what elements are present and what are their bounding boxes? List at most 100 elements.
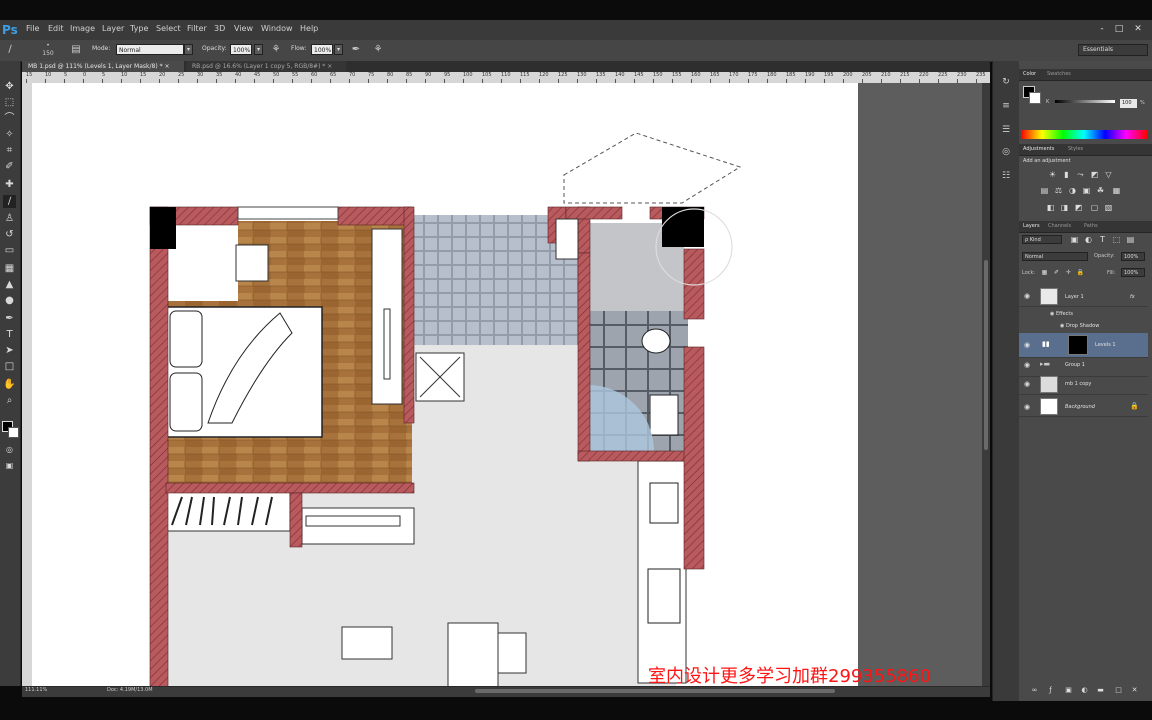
layer-name[interactable]: mb 1 copy — [1065, 381, 1091, 387]
new-layer-icon[interactable]: □ — [1114, 686, 1123, 695]
tab-swatches[interactable]: Swatches — [1047, 69, 1071, 80]
layer-name[interactable]: Group 1 — [1065, 362, 1085, 368]
eyedropper-tool-icon[interactable]: ✐ — [3, 160, 16, 173]
airbrush-icon[interactable]: ✒ — [350, 43, 362, 57]
menu-filter[interactable]: Filter — [187, 24, 207, 33]
color-lookup-icon[interactable]: ▦ — [1112, 186, 1121, 195]
menu-type[interactable]: Type — [130, 24, 148, 33]
selective-color-icon[interactable]: ▧ — [1104, 203, 1113, 212]
photo-filter-icon[interactable]: ▣ — [1082, 186, 1091, 195]
menu-select[interactable]: Select — [156, 24, 181, 33]
mode-select[interactable]: Normal — [116, 44, 184, 55]
brush-panel-icon[interactable]: ▤ — [70, 43, 82, 57]
threshold-icon[interactable]: ◩ — [1074, 203, 1083, 212]
tab-color[interactable]: Color — [1023, 69, 1036, 80]
tab-adjustments[interactable]: Adjustments — [1023, 144, 1054, 155]
history-panel-icon[interactable]: ↻ — [1000, 76, 1012, 88]
background-color-swatch[interactable] — [8, 427, 19, 438]
horizontal-scroll-thumb[interactable] — [475, 689, 835, 693]
filter-adjustment-icon[interactable]: ◐ — [1084, 235, 1093, 244]
curves-icon[interactable]: ⤳ — [1076, 170, 1085, 179]
close-button[interactable]: ✕ — [1132, 23, 1144, 35]
filter-shape-icon[interactable]: ⬚ — [1112, 235, 1121, 244]
folder-icon[interactable]: ▸▬ — [1040, 360, 1050, 368]
quick-select-tool-icon[interactable]: ✧ — [3, 128, 16, 141]
background-color-chip[interactable] — [1029, 92, 1041, 104]
vibrance-icon[interactable]: ▽ — [1104, 170, 1113, 179]
flow-input[interactable]: 100% — [311, 44, 333, 55]
marquee-tool-icon[interactable]: ⬚ — [3, 96, 16, 109]
tab-close-icon[interactable]: × — [327, 63, 332, 70]
visibility-eye-icon[interactable]: ◉ — [1024, 361, 1030, 369]
healing-brush-tool-icon[interactable]: ✚ — [3, 178, 16, 191]
layer-name[interactable]: Layer 1 — [1065, 294, 1084, 300]
zoom-level[interactable]: 111.11% — [25, 687, 47, 693]
eraser-tool-icon[interactable]: ▭ — [3, 244, 16, 257]
tab-layers[interactable]: Layers — [1023, 221, 1040, 232]
floor-plan-canvas[interactable] — [32, 83, 982, 687]
lasso-tool-icon[interactable]: ⌒ — [3, 112, 16, 125]
lock-transparent-icon[interactable]: ▦ — [1040, 268, 1049, 277]
exposure-icon[interactable]: ◩ — [1090, 170, 1099, 179]
gradient-tool-icon[interactable]: ▦ — [3, 262, 16, 275]
hand-tool-icon[interactable]: ✋ — [3, 378, 16, 391]
layer-opacity-input[interactable]: 100% — [1121, 252, 1145, 261]
menu-3d[interactable]: 3D — [214, 24, 225, 33]
link-layers-icon[interactable]: ∞ — [1030, 686, 1039, 695]
pressure-opacity-icon[interactable]: ⚘ — [270, 43, 282, 57]
filter-smart-object-icon[interactable]: ▤ — [1126, 235, 1135, 244]
add-mask-icon[interactable]: ▣ — [1064, 686, 1073, 695]
layer-name[interactable]: Levels 1 — [1095, 342, 1116, 348]
pressure-size-icon[interactable]: ⚘ — [372, 43, 384, 57]
opacity-input[interactable]: 100% — [230, 44, 252, 55]
properties-panel-icon[interactable]: ☰ — [1000, 124, 1012, 136]
visibility-eye-icon[interactable]: ◉ — [1024, 380, 1030, 388]
tab-paths[interactable]: Paths — [1084, 221, 1098, 232]
minimize-button[interactable]: - — [1096, 23, 1108, 35]
new-group-icon[interactable]: ▬ — [1096, 686, 1105, 695]
lock-all-icon[interactable]: 🔒 — [1076, 268, 1085, 277]
clone-stamp-tool-icon[interactable]: ♙ — [3, 212, 16, 225]
tab-mb1-psd[interactable]: MB 1.psd @ 111% (Levels 1, Layer Mask/8)… — [22, 61, 184, 72]
new-adjustment-icon[interactable]: ◐ — [1080, 686, 1089, 695]
mode-dropdown-icon[interactable]: ▾ — [184, 44, 193, 55]
invert-icon[interactable]: ◧ — [1046, 203, 1055, 212]
filter-type-icon[interactable]: T — [1098, 235, 1107, 244]
flow-slider-icon[interactable]: ▾ — [334, 44, 343, 55]
k-value-input[interactable]: 100 — [1120, 99, 1137, 108]
workspace-switcher[interactable]: Essentials — [1078, 44, 1148, 56]
menu-layer[interactable]: Layer — [102, 24, 124, 33]
drop-shadow-label[interactable]: ◉ Drop Shadow — [1060, 323, 1099, 329]
filter-pixel-icon[interactable]: ▣ — [1070, 235, 1079, 244]
menu-file[interactable]: File — [26, 24, 39, 33]
fill-input[interactable]: 100% — [1121, 268, 1145, 277]
delete-layer-icon[interactable]: ✕ — [1130, 686, 1139, 695]
brightness-icon[interactable]: ☀ — [1048, 170, 1057, 179]
screen-mode-icon[interactable]: ▣ — [3, 459, 16, 472]
posterize-icon[interactable]: ◨ — [1060, 203, 1069, 212]
layer-kind-filter[interactable]: ρ Kind — [1022, 235, 1062, 244]
black-white-icon[interactable]: ◑ — [1068, 186, 1077, 195]
effects-label[interactable]: ◉ Effects — [1050, 311, 1073, 317]
gradient-map-icon[interactable]: ▢ — [1090, 203, 1099, 212]
quick-mask-icon[interactable]: ◎ — [3, 443, 16, 456]
lock-image-icon[interactable]: ✐ — [1052, 268, 1061, 277]
lock-position-icon[interactable]: ✛ — [1064, 268, 1073, 277]
levels-icon[interactable]: ▮ — [1062, 170, 1071, 179]
add-style-icon[interactable]: ƒ — [1046, 686, 1055, 695]
opacity-slider-icon[interactable]: ▾ — [254, 44, 263, 55]
move-tool-icon[interactable]: ✥ — [3, 80, 16, 93]
brush-tool-preset-icon[interactable]: ∕ — [4, 43, 16, 57]
tab-rb-psd[interactable]: RB.psd @ 16.6% (Layer 1 copy 5, RGB/8#) … — [186, 61, 346, 72]
layer-fx-icon[interactable]: fx — [1130, 294, 1135, 300]
path-selection-tool-icon[interactable]: ➤ — [3, 344, 16, 357]
visibility-eye-icon[interactable]: ◉ — [1024, 403, 1030, 411]
zoom-tool-icon[interactable]: ⌕ — [3, 394, 16, 407]
brush-tool-icon[interactable]: ∕ — [3, 195, 16, 208]
k-slider[interactable] — [1055, 100, 1115, 103]
maximize-button[interactable]: □ — [1113, 23, 1125, 35]
menu-help[interactable]: Help — [300, 24, 318, 33]
pen-tool-icon[interactable]: ✒ — [3, 312, 16, 325]
blend-mode-select[interactable]: Normal — [1022, 252, 1088, 261]
brush-panel-icon[interactable]: ≡ — [1000, 100, 1012, 112]
